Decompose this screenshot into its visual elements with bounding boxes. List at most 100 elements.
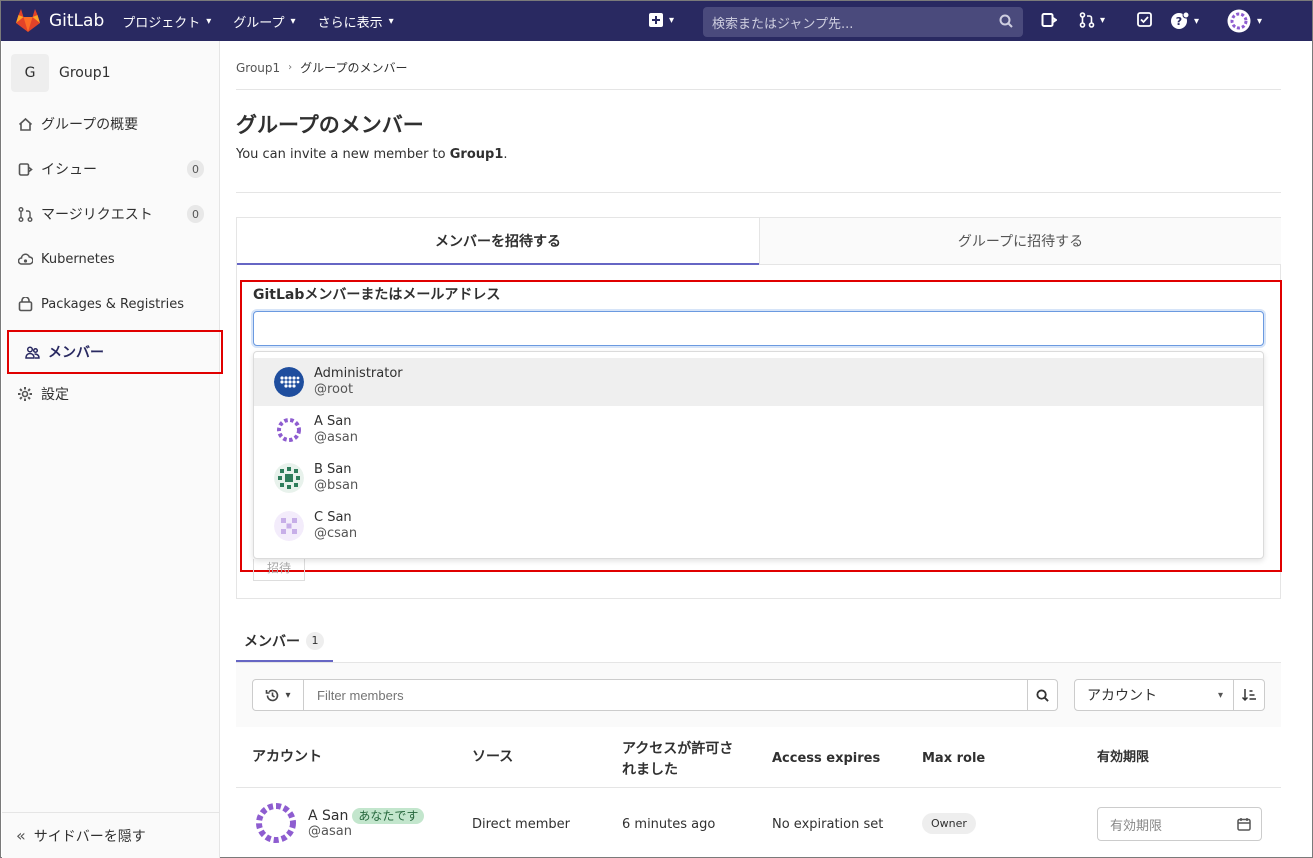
suggestion-name: B San (314, 462, 352, 477)
user-menu-dropdown[interactable]: ▾ (1227, 9, 1262, 33)
member-name[interactable]: A San (308, 808, 348, 824)
suggestion-name: Administrator (314, 366, 403, 381)
suggestion-name: A San (314, 414, 352, 429)
divider (236, 192, 1281, 193)
breadcrumb-current[interactable]: グループのメンバー (300, 59, 407, 76)
member-name-line: A San あなたです (308, 807, 425, 824)
merge-request-icon (16, 206, 34, 222)
nav-more-dropdown[interactable]: さらに表示 ▾ (318, 12, 394, 31)
merge-requests-shortcut[interactable]: ▾ (1079, 12, 1105, 28)
tab-invite-group[interactable]: グループに招待する (759, 218, 1281, 265)
sidebar-item-label: 設定 (41, 387, 69, 403)
issues-icon (1041, 13, 1057, 27)
avatar (274, 367, 304, 397)
suggestion-item[interactable]: C San @csan (254, 502, 1263, 550)
sort-direction-button[interactable] (1233, 679, 1265, 711)
merge-requests-count-badge: 0 (187, 205, 204, 223)
divider (236, 89, 1281, 90)
sidebar-item-label: マージリクエスト (41, 207, 153, 223)
members-count-badge: 1 (306, 631, 324, 650)
chevron-down-icon: ▾ (1100, 14, 1106, 26)
member-search-input[interactable] (253, 311, 1264, 346)
suggestion-item[interactable]: B San @bsan (254, 454, 1263, 502)
member-source: Direct member (472, 817, 570, 832)
users-icon (23, 345, 41, 360)
tab-invite-member[interactable]: メンバーを招待する (237, 218, 759, 265)
plus-square-icon (649, 13, 663, 27)
sidebar-item-settings[interactable]: 設定 (2, 372, 220, 416)
double-chevron-left-icon: « (16, 826, 26, 845)
top-navbar: GitLab プロジェクト ▾ グループ ▾ さらに表示 ▾ ▾ 検索またはジャンプ先… (1, 1, 1312, 41)
column-header-access-expires: Access expires (772, 751, 881, 766)
suggestion-username: @root (314, 382, 354, 397)
suggestion-username: @asan (314, 430, 358, 445)
sidebar-item-merge-requests[interactable]: マージリクエスト 0 (2, 192, 220, 236)
subtitle-text: You can invite a new member to (236, 147, 450, 162)
member-expires: No expiration set (772, 817, 884, 832)
breadcrumb: Group1 › グループのメンバー (236, 59, 407, 76)
chevron-down-icon: ▾ (388, 15, 394, 27)
app-name: GitLab (49, 11, 105, 31)
search-input[interactable]: 検索またはジャンプ先... (703, 7, 1023, 37)
gitlab-logo[interactable]: GitLab (15, 9, 104, 33)
member-suggestions-dropdown: Administrator @root A San @asan B San @b… (253, 351, 1264, 559)
subtitle-group-name: Group1 (449, 147, 504, 162)
sidebar-group-header[interactable]: G Group1 (2, 41, 219, 105)
sidebar-item-members[interactable]: メンバー (7, 330, 223, 374)
nav-label: グループ (233, 15, 285, 31)
expiration-date-input[interactable]: 有効期限 (1097, 807, 1262, 841)
sidebar-item-packages[interactable]: Packages & Registries (2, 282, 220, 326)
avatar (274, 415, 304, 445)
filter-members-input[interactable] (303, 679, 1028, 711)
tab-members[interactable]: メンバー 1 (236, 621, 333, 662)
issues-shortcut[interactable] (1041, 12, 1057, 28)
gear-icon (16, 386, 34, 402)
cloud-gear-icon (16, 252, 34, 267)
recent-searches-button[interactable]: ▾ (252, 679, 304, 711)
column-header-access-granted: アクセスが許可されました (622, 741, 734, 778)
column-header-source: ソース (472, 749, 514, 765)
sidebar-item-label: Packages & Registries (41, 296, 184, 312)
avatar[interactable] (252, 799, 300, 851)
nav-projects-dropdown[interactable]: プロジェクト ▾ (122, 12, 211, 31)
suggestion-item[interactable]: A San @asan (254, 406, 1263, 454)
group-avatar: G (11, 54, 49, 92)
issues-icon (16, 162, 34, 177)
search-icon (999, 14, 1013, 28)
suggestion-item[interactable]: Administrator @root (254, 358, 1263, 406)
sort-dropdown[interactable]: アカウント ▾ (1074, 679, 1234, 711)
chevron-down-icon: ▾ (1257, 15, 1263, 27)
breadcrumb-parent[interactable]: Group1 (236, 61, 280, 75)
sidebar-item-label: イシュー (41, 162, 97, 178)
calendar-icon (1237, 818, 1251, 831)
nav-groups-dropdown[interactable]: グループ ▾ (233, 12, 295, 31)
user-avatar-icon (1227, 9, 1251, 33)
max-role-badge: Owner (922, 813, 976, 834)
tanuki-icon (16, 9, 40, 32)
filter-search-button[interactable] (1027, 679, 1058, 711)
svg-text:?: ? (1176, 15, 1182, 28)
search-placeholder: 検索またはジャンプ先... (712, 16, 854, 32)
sort-ascending-icon (1241, 689, 1256, 702)
chevron-down-icon: ▾ (1217, 690, 1223, 701)
issues-count-badge: 0 (187, 160, 204, 178)
divider (236, 787, 1281, 788)
sidebar-item-issues[interactable]: イシュー 0 (2, 147, 220, 191)
suggestion-username: @csan (314, 526, 358, 541)
column-header-expiration: 有効期限 (1097, 750, 1150, 765)
home-icon (16, 117, 34, 132)
page-title: グループのメンバー (236, 113, 424, 137)
suggestion-username: @bsan (314, 478, 359, 493)
page-subtitle: You can invite a new member to Group1. (236, 147, 508, 162)
new-dropdown-button[interactable]: ▾ (649, 13, 674, 27)
invite-button[interactable]: 招待 (253, 559, 305, 581)
sidebar-item-group-overview[interactable]: グループの概要 (2, 102, 220, 146)
todos-shortcut[interactable] (1137, 12, 1152, 27)
sidebar-item-kubernetes[interactable]: Kubernetes (2, 237, 220, 281)
search-icon (1036, 688, 1049, 702)
nav-label: さらに表示 (317, 15, 383, 31)
collapse-sidebar-button[interactable]: « サイドバーを隠す (2, 812, 220, 858)
history-icon (266, 689, 279, 701)
help-dropdown[interactable]: ? ▾ (1171, 12, 1199, 30)
merge-request-icon (1079, 12, 1095, 28)
